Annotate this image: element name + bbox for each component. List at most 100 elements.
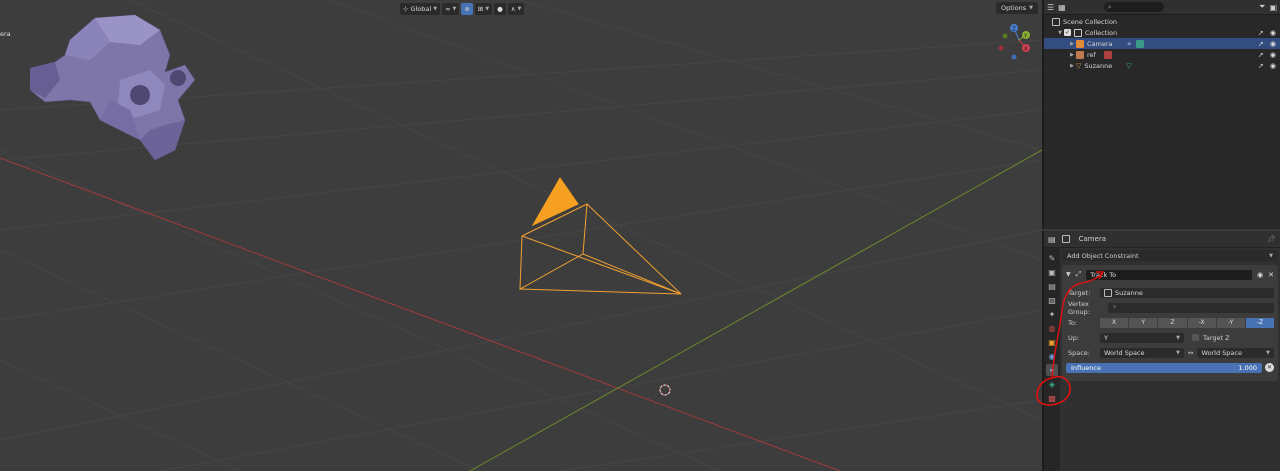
- output-tab-icon[interactable]: ▤: [1046, 280, 1058, 292]
- chevron-down-icon: ▼: [433, 5, 438, 12]
- constraint-name-field[interactable]: Track To: [1086, 269, 1253, 280]
- view-layer-tab-icon[interactable]: ▧: [1046, 294, 1058, 306]
- track-to-icon: ⤢: [1075, 270, 1082, 278]
- eye-icon[interactable]: ◉: [1257, 271, 1263, 279]
- space-label: Space:: [1068, 348, 1090, 357]
- gizmo-neg-x[interactable]: [998, 45, 1004, 51]
- object-data-tab-icon[interactable]: ◈: [1046, 378, 1058, 390]
- gizmo-neg-z[interactable]: [1011, 54, 1017, 60]
- axis-neg-z-button[interactable]: -Z: [1245, 317, 1275, 328]
- object-tab-icon[interactable]: ▣: [1046, 336, 1058, 348]
- outliner-panel: ☰ ▦ ⌕ ⏷ ▣ Scene Collection ▼ ✓ Collectio…: [1042, 0, 1280, 229]
- select-arrow-icon[interactable]: ➚: [1258, 29, 1264, 37]
- pin-icon[interactable]: 📌︎: [1267, 235, 1276, 243]
- expand-right-icon[interactable]: ▶: [1068, 41, 1076, 47]
- swap-arrows-icon: ↔: [1188, 348, 1194, 357]
- select-arrow-icon[interactable]: ➚: [1258, 62, 1264, 70]
- properties-object-name: Camera: [1078, 235, 1107, 243]
- scene-tab-icon[interactable]: ✦: [1046, 308, 1058, 320]
- gizmo-z-label: Z: [1012, 27, 1016, 33]
- eye-icon[interactable]: ◉: [1270, 40, 1276, 48]
- owner-space-dropdown[interactable]: World Space ▼: [1100, 347, 1184, 358]
- vertex-group-label: Vertex Group:: [1068, 299, 1090, 316]
- close-icon[interactable]: ✕: [1268, 271, 1274, 279]
- render-tab-icon[interactable]: ▣: [1046, 266, 1058, 278]
- magnet-icon: ⊚: [464, 4, 470, 13]
- outliner-item-label: Camera: [1087, 39, 1113, 48]
- eye-icon[interactable]: ◉: [1270, 51, 1276, 59]
- outliner-header: ☰ ▦ ⌕ ⏷ ▣: [1044, 0, 1280, 15]
- outliner-row-scene-collection[interactable]: Scene Collection: [1044, 16, 1280, 27]
- outliner-search-input[interactable]: ⌕: [1103, 2, 1164, 12]
- chevron-down-icon: ▼: [1269, 252, 1273, 259]
- physics-tab-icon[interactable]: ◉: [1046, 350, 1058, 362]
- collapse-icon[interactable]: ▼: [1066, 271, 1071, 278]
- outliner-row-suzanne[interactable]: ▶ ▽ Suzanne ▽ ➚ ◉: [1044, 60, 1280, 71]
- target-z-label: Target Z: [1203, 333, 1230, 342]
- 3d-cursor: [659, 384, 671, 396]
- orientation-axes-icon: ⊹: [403, 4, 409, 13]
- outliner-row-camera[interactable]: ▶ Camera ⚭ ➚ ◉: [1044, 38, 1280, 49]
- target-space-dropdown[interactable]: World Space ▼: [1197, 347, 1274, 358]
- to-axis-selector: X Y Z -X -Y -Z: [1100, 317, 1275, 328]
- x-axis-line: [0, 157, 841, 471]
- axis-z-button[interactable]: Z: [1158, 317, 1187, 328]
- up-axis-dropdown[interactable]: Y ▼: [1100, 332, 1184, 343]
- proportional-edit-toggle[interactable]: ●: [494, 2, 506, 15]
- falloff-dropdown[interactable]: ∧ ▼: [507, 2, 525, 15]
- viewport-scene[interactable]: Z Y X: [0, 0, 1042, 471]
- gizmo-neg-y[interactable]: [1002, 33, 1008, 39]
- mesh-data-icon: ▽: [1126, 61, 1132, 70]
- constraint-header: ▼ ⤢ Track To ◉ ✕: [1066, 268, 1274, 281]
- axis-neg-x-button[interactable]: -X: [1187, 317, 1216, 328]
- properties-editor-icon[interactable]: ▤: [1048, 235, 1056, 244]
- suzanne-mesh[interactable]: [29, 14, 196, 161]
- target-field[interactable]: Suzanne: [1100, 287, 1274, 298]
- select-arrow-icon[interactable]: ➚: [1258, 51, 1264, 59]
- add-object-constraint-dropdown[interactable]: Add Object Constraint ▼: [1062, 250, 1278, 261]
- eye-icon[interactable]: ◉: [1270, 62, 1276, 70]
- texture-tab-icon[interactable]: ▩: [1046, 392, 1058, 404]
- target-z-checkbox[interactable]: [1192, 334, 1199, 341]
- add-constraint-label: Add Object Constraint: [1067, 251, 1139, 260]
- display-mode-icon[interactable]: ▦: [1058, 3, 1066, 12]
- search-icon: ⌕: [1107, 2, 1112, 11]
- exclude-checkbox[interactable]: ✓: [1064, 29, 1071, 36]
- filter-icon[interactable]: ⏷: [1259, 2, 1265, 12]
- axis-neg-y-button[interactable]: -Y: [1216, 317, 1245, 328]
- disable-keep-transform-icon[interactable]: ✕: [1265, 363, 1274, 372]
- proportional-edit-icon: ●: [497, 4, 503, 13]
- owner-space-value: World Space: [1104, 348, 1145, 357]
- constraint-tab-icon[interactable]: ⚭: [1046, 364, 1058, 376]
- chevron-down-icon: ▼: [485, 5, 490, 12]
- select-arrow-icon[interactable]: ➚: [1258, 40, 1264, 48]
- transform-orientation-dropdown[interactable]: ⊹ Global ▼: [400, 2, 441, 15]
- pivot-point-dropdown[interactable]: ∞ ▼: [442, 2, 460, 15]
- axis-x-button[interactable]: X: [1100, 317, 1129, 328]
- options-dropdown[interactable]: Options ▼: [996, 2, 1038, 14]
- world-tab-icon[interactable]: ◍: [1046, 322, 1058, 334]
- chevron-down-icon: ▼: [517, 5, 522, 12]
- outliner-row-collection[interactable]: ▼ ✓ Collection ➚ ◉: [1044, 27, 1280, 38]
- 3d-viewport[interactable]: Z Y X era ⊹ Global ▼ ∞ ▼ ⊚ ⊞ ▼ ● ∧ ▼ Opt…: [0, 0, 1042, 471]
- vertex-group-field[interactable]: ⁘: [1108, 302, 1274, 313]
- constraint-name: Track To: [1090, 270, 1117, 279]
- expand-right-icon[interactable]: ▶: [1068, 63, 1076, 69]
- constraint-icon: ⚭: [1126, 39, 1132, 48]
- chevron-down-icon: ▼: [1029, 5, 1033, 11]
- snap-toggle[interactable]: ⊚: [461, 2, 473, 15]
- gizmo-x-label: X: [1024, 47, 1028, 53]
- tool-tab-icon[interactable]: ✎: [1046, 252, 1058, 264]
- expand-down-icon[interactable]: ▼: [1056, 30, 1064, 36]
- outliner-row-ref[interactable]: ▶ ref ➚ ◉: [1044, 49, 1280, 60]
- chevron-down-icon: ▼: [1176, 334, 1180, 341]
- axis-y-button[interactable]: Y: [1129, 317, 1158, 328]
- new-collection-icon[interactable]: ▣: [1269, 3, 1277, 12]
- eye-icon[interactable]: ◉: [1270, 29, 1276, 37]
- snap-target-dropdown[interactable]: ⊞ ▼: [474, 2, 493, 15]
- outliner-editor-icon[interactable]: ☰: [1047, 3, 1054, 12]
- influence-slider[interactable]: Influence 1.000: [1066, 362, 1262, 373]
- properties-panel: ▤ Camera 📌︎ ✎ ▣ ▤ ▧ ✦ ◍ ▣ ◉ ⚭ ◈ ▩ Add Ob…: [1042, 231, 1280, 471]
- expand-right-icon[interactable]: ▶: [1068, 52, 1076, 58]
- gizmo-y-label: Y: [1023, 34, 1028, 40]
